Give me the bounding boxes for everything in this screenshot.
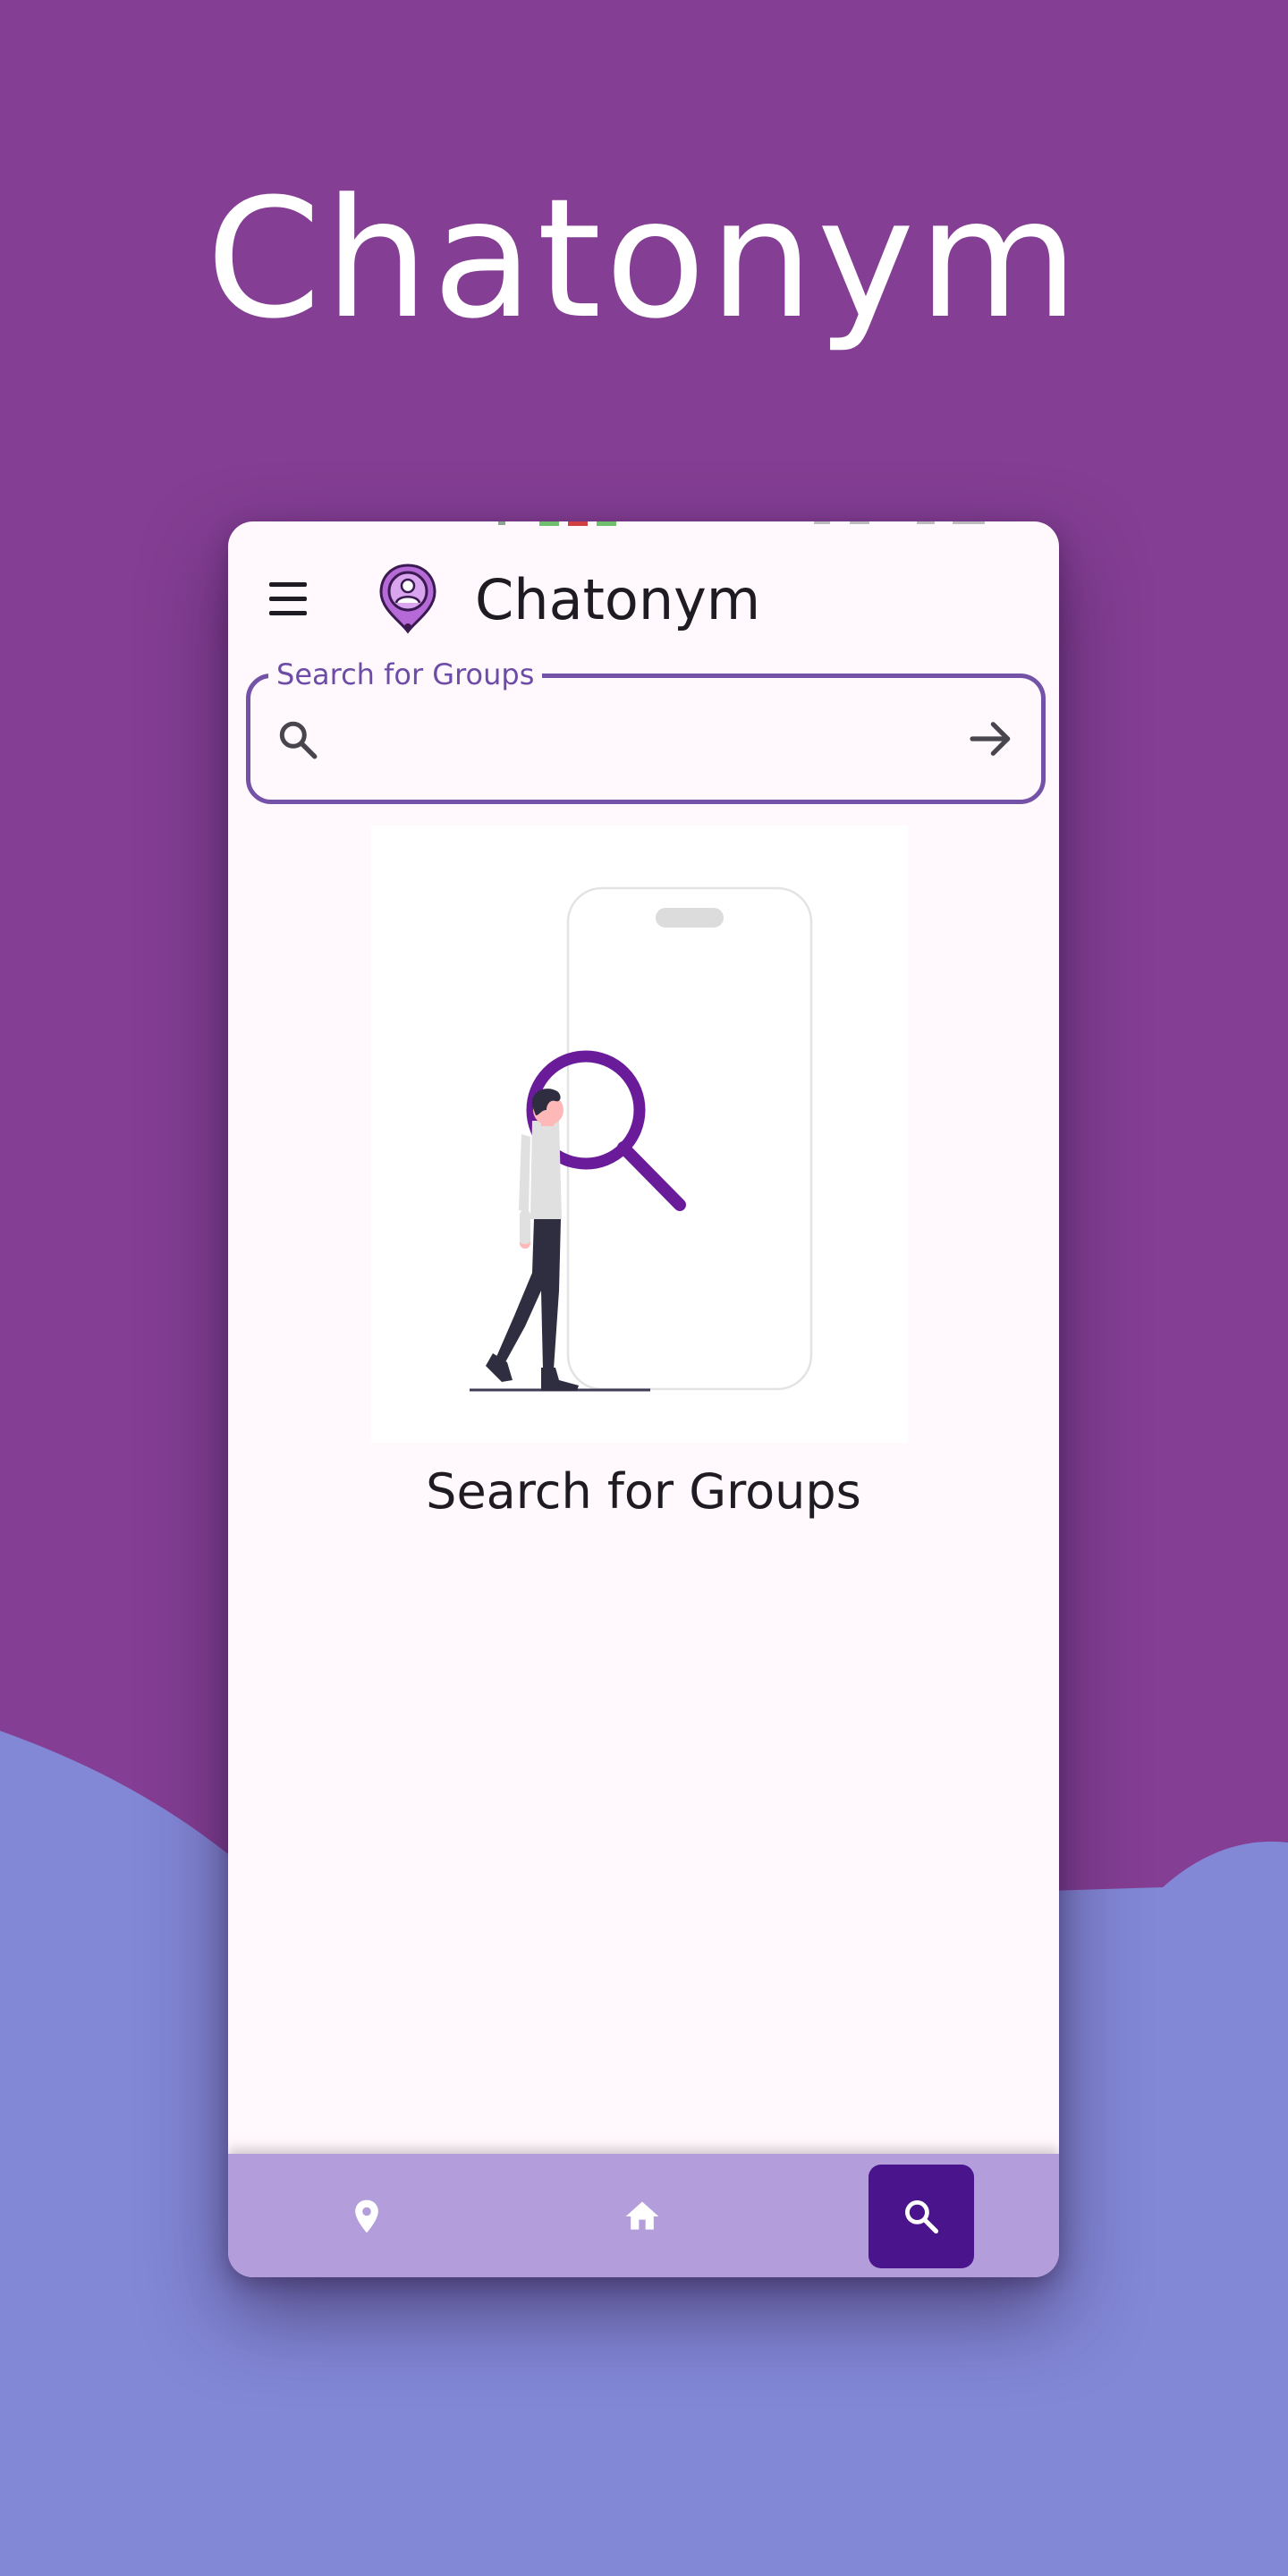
search-icon — [905, 2200, 939, 2234]
search-illustration — [371, 826, 908, 1443]
empty-state-caption: Search for Groups — [426, 1463, 861, 1520]
app-title: Chatonym — [475, 567, 761, 632]
promo-headline: Chatonym — [206, 164, 1082, 355]
phone-screen: Chatonym Search for Groups Search for Gr… — [228, 521, 1059, 2277]
home-icon — [625, 2201, 659, 2230]
menu-icon[interactable] — [264, 577, 319, 622]
search-field-label: Search for Groups — [268, 657, 543, 692]
search-field[interactable]: Search for Groups — [246, 657, 1046, 804]
app-logo-icon — [379, 564, 436, 634]
search-icon — [279, 721, 318, 759]
nav-item-home[interactable] — [589, 2165, 695, 2268]
nav-item-location[interactable] — [314, 2165, 419, 2268]
app-bar: Chatonym — [228, 521, 1059, 674]
arrow-forward-icon[interactable] — [966, 714, 1016, 764]
bottom-navigation-bar — [228, 2154, 1059, 2277]
nav-item-search[interactable] — [869, 2165, 974, 2268]
location-pin-icon — [355, 2199, 378, 2233]
search-input[interactable] — [336, 703, 948, 776]
